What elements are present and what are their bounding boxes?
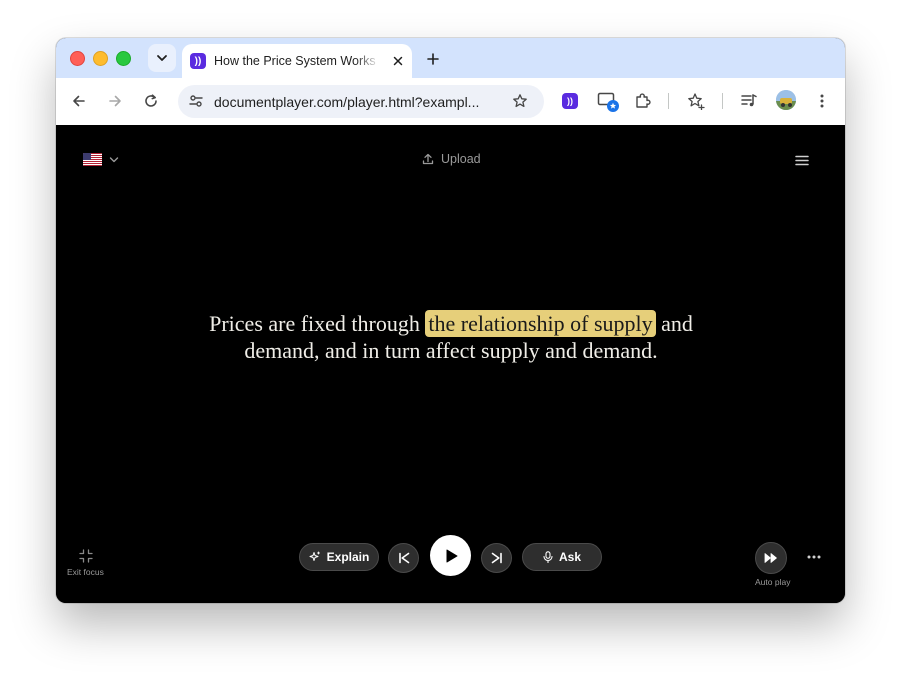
skip-previous-icon	[398, 552, 409, 564]
new-tab-button[interactable]	[422, 48, 444, 70]
cast-badge-icon	[597, 92, 619, 112]
hamburger-menu-icon	[795, 155, 809, 165]
more-horiz-icon	[807, 555, 821, 559]
more-options-button[interactable]	[806, 550, 822, 564]
player-menu-button[interactable]	[794, 153, 810, 167]
tune-icon	[189, 95, 203, 107]
media-controls-button[interactable]	[737, 89, 761, 113]
window-minimize-button[interactable]	[93, 51, 108, 66]
language-selector[interactable]	[83, 153, 123, 167]
cast-extension-button[interactable]	[596, 89, 620, 113]
tab-search-button[interactable]	[148, 44, 176, 72]
close-icon	[393, 56, 403, 66]
puzzle-icon	[636, 93, 651, 108]
explain-button[interactable]: Explain	[299, 543, 379, 571]
more-vert-icon	[820, 94, 824, 108]
auto-play-button[interactable]	[755, 542, 787, 574]
sparkle-icon	[309, 551, 320, 561]
bookmark-page-button[interactable]	[508, 89, 532, 113]
window-maximize-button[interactable]	[116, 51, 131, 66]
upload-button[interactable]: Upload	[422, 152, 481, 166]
toolbar-divider	[668, 93, 669, 109]
auto-play-label: Auto play	[755, 577, 791, 587]
reload-button[interactable]	[139, 89, 163, 113]
bookmarks-button[interactable]	[684, 89, 708, 113]
upload-icon	[422, 153, 434, 165]
tab-close-button[interactable]	[390, 53, 406, 69]
exit-focus-button[interactable]	[78, 548, 94, 564]
browser-window: )) How the Price System Works documentpl…	[56, 38, 845, 603]
chevron-down-icon	[157, 55, 167, 61]
chevron-down-icon	[109, 157, 119, 163]
document-player: Upload Prices are fixed through the rela…	[56, 125, 845, 603]
extensions-button[interactable]	[631, 89, 655, 113]
reload-icon	[145, 94, 157, 107]
site-info-button[interactable]	[184, 89, 208, 113]
arrow-right-icon	[109, 95, 121, 107]
us-flag-icon	[83, 153, 102, 166]
fast-forward-icon	[764, 553, 777, 563]
reading-highlight: the relationship of supply	[425, 310, 656, 337]
queue-music-icon	[741, 94, 757, 107]
previous-button[interactable]	[388, 543, 419, 573]
forward-button[interactable]	[103, 89, 127, 113]
next-button[interactable]	[481, 543, 512, 573]
active-tab[interactable]: )) How the Price System Works	[182, 44, 412, 78]
bookmarks-star-icon	[688, 93, 705, 110]
arrow-left-icon	[73, 95, 85, 107]
avatar-image	[776, 90, 796, 110]
explain-label: Explain	[326, 550, 370, 564]
site-favicon-icon: ))	[190, 53, 206, 69]
ask-label: Ask	[558, 550, 581, 564]
play-button[interactable]	[430, 535, 471, 576]
speechify-icon: ))	[562, 93, 578, 109]
reading-text-before: Prices are fixed through	[209, 311, 426, 336]
collapse-icon	[79, 549, 93, 563]
chrome-menu-button[interactable]	[810, 89, 834, 113]
microphone-icon	[543, 551, 553, 563]
back-button[interactable]	[67, 89, 91, 113]
upload-label: Upload	[441, 152, 481, 166]
star-icon	[513, 94, 527, 108]
exit-focus-label: Exit focus	[67, 567, 104, 577]
url-text[interactable]: documentplayer.com/player.html?exampl...	[214, 94, 504, 110]
reading-text: Prices are fixed through the relationshi…	[196, 310, 706, 364]
tab-title: How the Price System Works	[214, 54, 376, 68]
address-bar[interactable]: documentplayer.com/player.html?exampl...	[178, 85, 544, 118]
tab-strip: )) How the Price System Works	[56, 38, 845, 78]
browser-toolbar: documentplayer.com/player.html?exampl...…	[56, 78, 845, 125]
extension-speechify-button[interactable]: ))	[558, 89, 582, 113]
profile-avatar[interactable]	[776, 90, 796, 110]
window-close-button[interactable]	[70, 51, 85, 66]
plus-icon	[427, 53, 439, 65]
play-icon	[446, 549, 457, 562]
toolbar-divider	[722, 93, 723, 109]
ask-button[interactable]: Ask	[522, 543, 602, 571]
skip-next-icon	[491, 552, 502, 564]
